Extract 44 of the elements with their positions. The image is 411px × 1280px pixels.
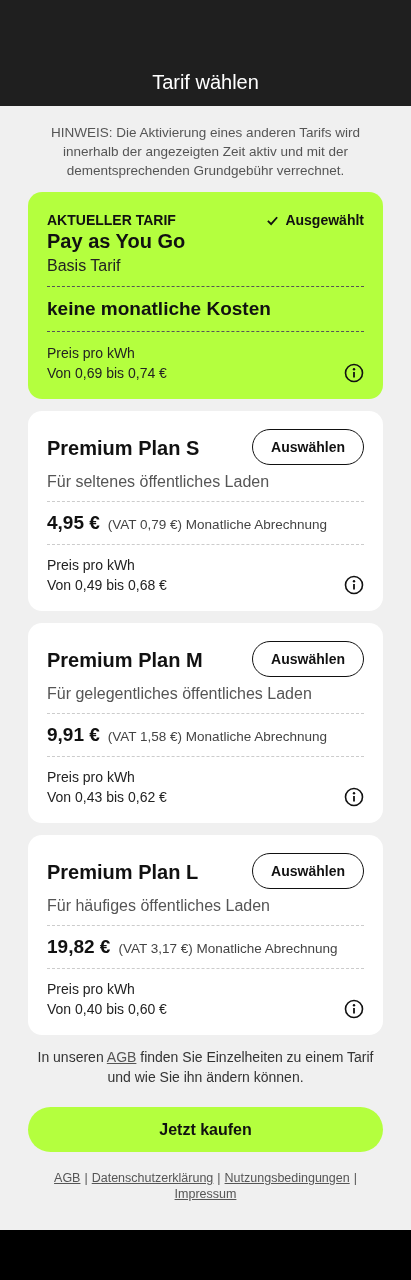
select-button[interactable]: Auswählen <box>252 429 364 465</box>
vat-billing-text: (VAT 0,79 €) Monatliche Abrechnung <box>107 517 327 532</box>
price-label: Preis pro kWh <box>47 768 136 787</box>
plan-price: 9,91 € <box>47 724 100 746</box>
info-icon[interactable] <box>344 575 364 595</box>
link-separator: | <box>353 1170 357 1186</box>
link-separator: | <box>217 1170 221 1186</box>
info-icon[interactable] <box>344 363 364 383</box>
buy-button[interactable]: Jetzt kaufen <box>28 1107 383 1152</box>
notice-text: HINWEIS: Die Aktivierung eines anderen Tarifs wird innerhalb der angezeigten Zeit aktiv und mit der dementsprechenden Grundgebühr verrechnet. <box>50 124 361 180</box>
page-title: Tarif wählen <box>152 71 259 94</box>
footer-link[interactable]: AGB <box>54 1170 81 1186</box>
vat-billing-text: (VAT 1,58 €) Monatliche Abrechnung <box>107 729 327 744</box>
price-label: Preis pro kWh <box>47 556 136 575</box>
select-button[interactable]: Auswählen <box>252 641 364 677</box>
plan-price: 4,95 € <box>47 512 100 534</box>
price-range: Von 0,49 bis 0,68 € <box>47 576 167 595</box>
footer-link[interactable]: Impressum <box>174 1186 237 1202</box>
plan-price: 19,82 € <box>47 936 111 958</box>
footer-link[interactable]: Nutzungsbedingungen <box>224 1170 350 1186</box>
plan-name: Premium Plan L <box>47 860 199 884</box>
info-icon[interactable] <box>344 999 364 1019</box>
footer-link[interactable]: Datenschutzerklärung <box>91 1170 214 1186</box>
select-button[interactable]: Auswählen <box>252 853 364 889</box>
price-range: Von 0,69 bis 0,74 € <box>47 364 167 383</box>
price-range: Von 0,40 bis 0,60 € <box>47 1000 167 1019</box>
plan-description: Für seltenes öffentliches Laden <box>47 473 271 491</box>
price-label: Preis pro kWh <box>47 980 136 999</box>
terms-link[interactable]: AGB <box>106 1049 137 1065</box>
plan-name: Premium Plan M <box>47 648 203 672</box>
current-plan-label: AKTUELLER TARIF <box>47 212 176 228</box>
plan-cost: keine monatliche Kosten <box>47 298 272 320</box>
plan-name: Premium Plan S <box>47 436 200 460</box>
plan-name: Pay as You Go <box>47 230 187 253</box>
terms-note: In unseren AGB finden Sie Einzelheiten zu einem Tarif und wie Sie ihn ändern können. <box>36 1048 375 1087</box>
selected-status: Ausgewählt <box>285 212 364 228</box>
vat-billing-text: (VAT 3,17 €) Monatliche Abrechnung <box>118 941 338 956</box>
price-range: Von 0,43 bis 0,62 € <box>47 788 167 807</box>
info-icon[interactable] <box>344 787 364 807</box>
plan-description: Für häufiges öffentliches Laden <box>47 897 271 915</box>
plan-description: Basis Tarif <box>47 257 122 275</box>
price-label: Preis pro kWh <box>47 344 136 363</box>
plan-description: Für gelegentliches öffentliches Laden <box>47 685 313 703</box>
link-separator: | <box>84 1170 88 1186</box>
